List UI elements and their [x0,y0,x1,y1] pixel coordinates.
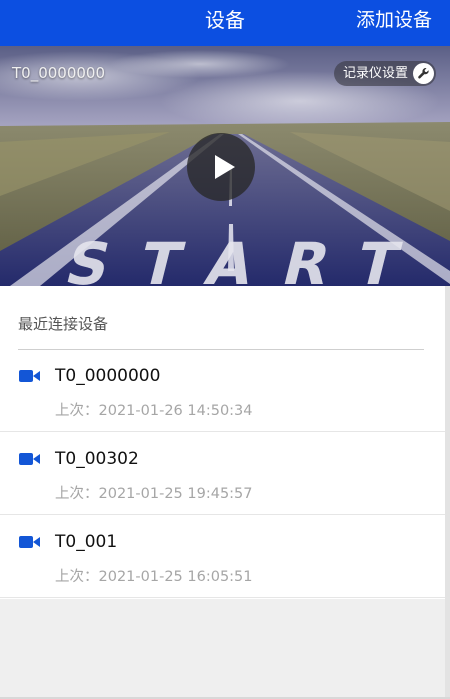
recent-devices-heading: 最近连接设备 [18,315,109,333]
scroll-edge [445,286,450,699]
device-list-item[interactable]: T0_0000000 上次：2021-01-26 14:50:34 [0,350,450,432]
device-name: T0_001 [55,532,118,552]
app: 设备 添加设备 START T0_0000000 记录仪设置 最近连接设备 T0… [0,0,450,699]
last-prefix: 上次： [55,486,99,502]
divider [0,514,450,515]
recent-devices-section: 最近连接设备 T0_0000000 上次：2021-01-26 14:50:34… [0,286,450,599]
device-list-item[interactable]: T0_00302 上次：2021-01-25 19:45:57 [0,433,450,515]
play-button[interactable] [187,133,255,201]
recorder-settings-label: 记录仪设置 [342,66,408,81]
play-icon [215,155,235,179]
live-preview[interactable]: START T0_0000000 记录仪设置 [0,46,450,286]
divider [0,597,450,598]
device-name: T0_00302 [55,449,139,469]
preview-device-id: T0_0000000 [12,64,106,82]
video-camera-icon [19,370,40,382]
last-time: 2021-01-25 16:05:51 [98,569,253,585]
video-camera-icon [19,453,40,465]
device-list-item[interactable]: T0_001 上次：2021-01-25 16:05:51 [0,516,450,598]
top-bar: 设备 添加设备 [0,0,450,46]
recorder-settings-button[interactable]: 记录仪设置 [333,61,436,86]
last-prefix: 上次： [55,403,99,419]
device-name: T0_0000000 [55,366,161,386]
last-connected: 上次：2021-01-25 19:45:57 [55,482,253,503]
add-device-button[interactable]: 添加设备 [356,0,432,46]
divider [0,431,450,432]
last-time: 2021-01-25 19:45:57 [98,486,253,502]
last-connected: 上次：2021-01-26 14:50:34 [55,399,253,420]
last-time: 2021-01-26 14:50:34 [98,403,253,419]
wrench-icon [413,63,434,84]
last-connected: 上次：2021-01-25 16:05:51 [55,565,253,586]
last-prefix: 上次： [55,569,99,585]
video-camera-icon [19,536,40,548]
